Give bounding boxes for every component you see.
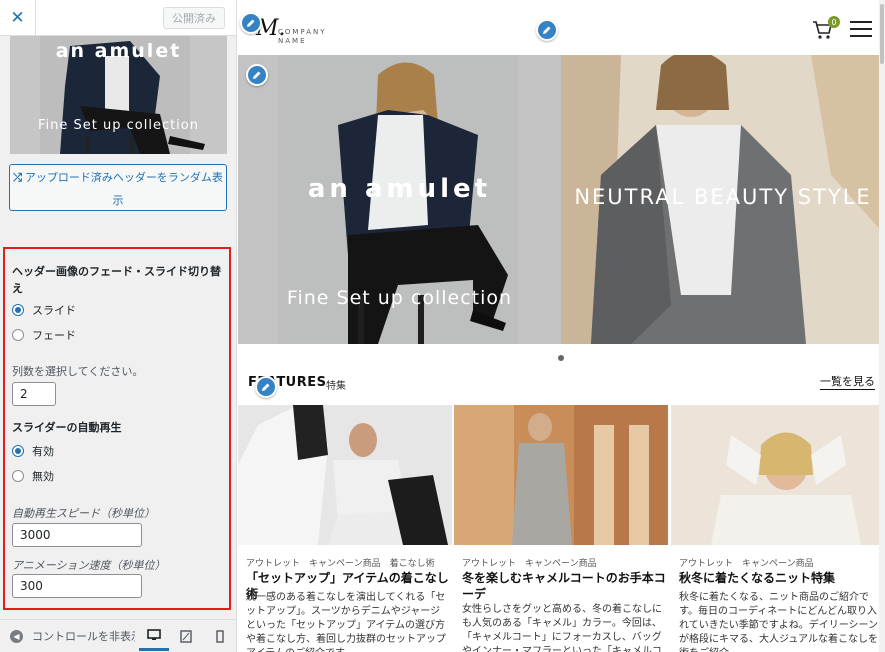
autoplay-speed-label: 自動再生スピード（秒単位） — [12, 507, 155, 520]
close-customizer-button[interactable]: ✕ — [0, 0, 36, 36]
fade-slide-label: ヘッダー画像のフェード・スライド切り替え — [12, 265, 221, 295]
feature-card-image — [454, 405, 668, 545]
radio-autoplay-on-control[interactable] — [12, 445, 24, 457]
radio-autoplay-off-control[interactable] — [12, 470, 24, 482]
hamburger-menu-button[interactable] — [850, 21, 872, 37]
radio-fade[interactable]: フェード — [12, 327, 76, 343]
menu-bar — [850, 35, 872, 37]
tag[interactable]: キャンペーン商品 — [309, 559, 381, 569]
feature-card-tags: アウトレット キャンペーン商品 — [679, 556, 823, 569]
published-button[interactable]: 公開済み — [163, 7, 225, 29]
card-photo — [238, 405, 452, 545]
randomize-headers-button[interactable]: ⤮ アップロード済みヘッダーをランダム表示 — [9, 164, 227, 211]
radio-autoplay-off-label: 無効 — [32, 470, 54, 483]
feature-card-title[interactable]: 秋冬に着たくなるニット特集 — [679, 570, 884, 586]
tablet-preview-button[interactable] — [171, 621, 201, 651]
mobile-icon — [216, 629, 224, 643]
radio-slide[interactable]: スライド — [12, 302, 76, 318]
hero-left-subtitle: Fine Set up collection — [286, 287, 513, 309]
logo-line-1: COMPANY — [278, 28, 327, 36]
site-preview: M. COMPANY NAME 0 an amulet Fine Set up … — [238, 0, 885, 652]
hero-slide-left[interactable]: an amulet Fine Set up collection — [238, 55, 561, 344]
customizer-sidebar: ✕ 公開済み an amulet Fine Set up collection … — [0, 0, 237, 652]
sidebar-footer: ◀ コントロールを非表示 — [0, 619, 236, 652]
tablet-icon — [180, 629, 192, 643]
desktop-preview-button[interactable] — [139, 621, 169, 651]
pencil-icon — [543, 26, 551, 34]
tag[interactable]: 着こなし術 — [390, 559, 435, 569]
customizer-app: ✕ 公開済み an amulet Fine Set up collection … — [0, 0, 885, 652]
menu-bar — [850, 21, 872, 23]
hero-left-title: an amulet — [307, 174, 492, 204]
radio-autoplay-off[interactable]: 無効 — [12, 468, 54, 484]
edit-features-pencil-button[interactable] — [255, 376, 277, 398]
slider-pagination-dot[interactable] — [558, 355, 564, 361]
thumbnail-title: an amulet — [55, 40, 182, 62]
randomize-headers-label: アップロード済みヘッダーをランダム表示 — [24, 171, 223, 207]
radio-fade-control[interactable] — [12, 329, 24, 341]
pencil-icon — [247, 19, 255, 27]
columns-input[interactable]: 2 — [12, 382, 56, 406]
header-image-thumbnail[interactable]: an amulet Fine Set up collection — [10, 36, 227, 154]
thumbnail-subtitle: Fine Set up collection — [38, 118, 199, 133]
tag[interactable]: アウトレット — [462, 559, 516, 569]
feature-card-excerpt: 統一感のある着こなしを演出してくれる「セットアップ」。スーツからデニムやジャージ… — [246, 592, 446, 652]
collapse-arrow-icon: ◀ — [10, 629, 23, 643]
feature-card[interactable]: アウトレット キャンペーン商品 着こなし術 「セットアップ」アイテムの着こなし術 統… — [238, 405, 452, 652]
feature-card-excerpt: 秋冬に着たくなる、ニット商品のご紹介です。毎日のコーディネートにどんどん取り入れ… — [679, 592, 878, 652]
menu-bar — [850, 28, 872, 30]
scrollbar-thumb[interactable] — [880, 4, 884, 64]
autoplay-speed-input[interactable]: 3000 — [12, 523, 142, 547]
feature-card-image — [671, 405, 885, 545]
columns-label: 列数を選択してください。 — [12, 365, 144, 378]
radio-autoplay-on[interactable]: 有効 — [12, 443, 54, 459]
tag[interactable]: アウトレット — [246, 559, 300, 569]
pencil-icon — [262, 383, 270, 391]
radio-slide-control[interactable] — [12, 304, 24, 316]
feature-card-excerpt: 女性らしさをグッと高める、冬の着こなしにも人気のある「キャメル」カラー。今回は、… — [462, 604, 662, 652]
hero-slider[interactable]: an amulet Fine Set up collection NEUTRAL… — [238, 55, 885, 344]
hero-slide-right[interactable]: NEUTRAL BEAUTY STYLE — [561, 55, 885, 344]
feature-card-tags: アウトレット キャンペーン商品 着こなし術 — [246, 556, 444, 569]
hide-controls-button[interactable]: ◀ コントロールを非表示 — [10, 628, 135, 644]
card-photo — [671, 405, 885, 545]
cart-count-badge: 0 — [828, 16, 840, 28]
features-subtitle: 特集 — [326, 381, 346, 392]
mobile-preview-button[interactable] — [205, 621, 235, 651]
radio-fade-label: フェード — [32, 329, 76, 342]
desktop-icon — [147, 628, 161, 640]
pencil-icon — [253, 71, 261, 79]
card-photo — [454, 405, 668, 545]
sidebar-header: ✕ 公開済み — [0, 0, 236, 36]
see-all-link[interactable]: 一覧を見る — [820, 375, 875, 390]
slider-settings-panel: ヘッダー画像のフェード・スライド切り替え スライド フェード 列数を選択してくだ… — [3, 247, 231, 610]
tag[interactable]: キャンペーン商品 — [525, 559, 597, 569]
feature-card-tags: アウトレット キャンペーン商品 — [462, 556, 606, 569]
logo-text: COMPANY NAME — [278, 28, 348, 46]
tag[interactable]: アウトレット — [679, 559, 733, 569]
radio-slide-label: スライド — [32, 304, 76, 317]
company-logo[interactable]: M. COMPANY NAME — [256, 16, 346, 46]
hide-controls-label: コントロールを非表示 — [32, 630, 135, 643]
tag[interactable]: キャンペーン商品 — [742, 559, 814, 569]
close-icon: ✕ — [10, 8, 25, 28]
feature-card[interactable]: アウトレット キャンペーン商品 冬を楽しむキャメルコートのお手本コーデ 女性らしさ… — [454, 405, 668, 652]
shuffle-icon: ⤮ — [13, 171, 22, 184]
feature-card-image — [238, 405, 452, 545]
radio-autoplay-on-label: 有効 — [32, 445, 54, 458]
feature-card[interactable]: アウトレット キャンペーン商品 秋冬に着たくなるニット特集 秋冬に着たくなる、ニッ… — [671, 405, 885, 652]
animation-speed-label: アニメーション速度（秒単位） — [12, 559, 166, 572]
preview-scrollbar[interactable] — [879, 0, 885, 652]
autoplay-label: スライダーの自動再生 — [12, 421, 122, 434]
edit-slider-pencil-button[interactable] — [246, 64, 268, 86]
edit-logo-pencil-button[interactable] — [240, 12, 262, 34]
hero-right-title: NEUTRAL BEAUTY STYLE — [574, 185, 872, 209]
edit-header-pencil-button[interactable] — [536, 19, 558, 41]
feature-card-title[interactable]: 冬を楽しむキャメルコートのお手本コーデ — [462, 570, 667, 602]
logo-line-2: NAME — [278, 37, 307, 45]
animation-speed-input[interactable]: 300 — [12, 574, 142, 598]
